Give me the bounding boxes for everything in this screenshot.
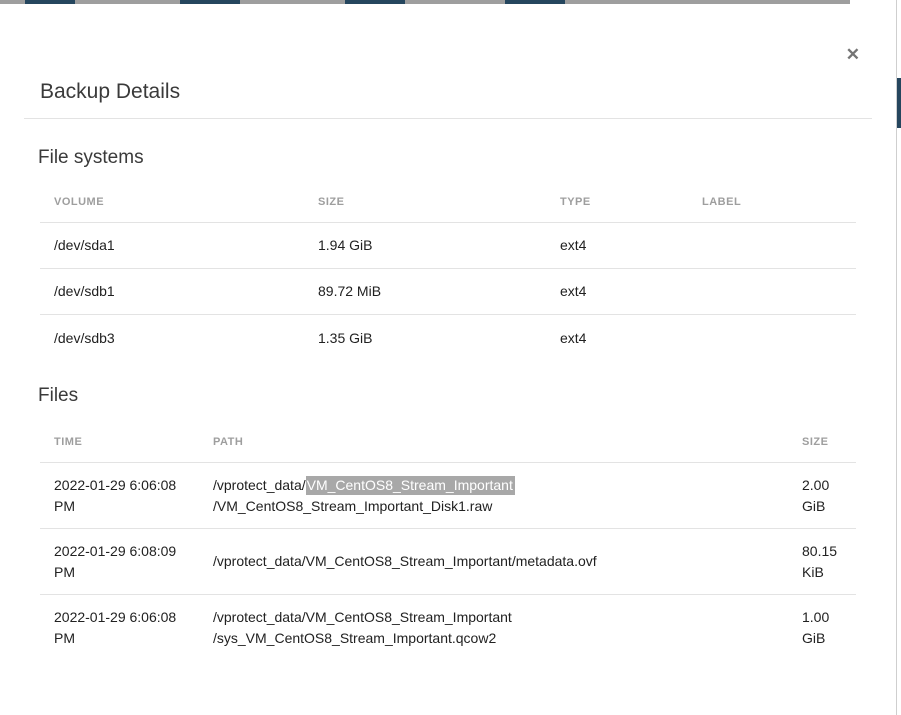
type-cell: ext4 — [546, 235, 688, 256]
file-row: 2022-01-29 6:06:08 PM /vprotect_data/VM_… — [40, 463, 856, 529]
filesystems-table-header: VOLUME SIZE TYPE LABEL — [40, 182, 856, 223]
column-header-label: LABEL — [688, 196, 856, 208]
path-text: /vprotect_data/VM_CentOS8_Stream_Importa… — [213, 551, 788, 572]
files-table: TIME PATH SIZE 2022-01-29 6:06:08 PM /vp… — [40, 422, 856, 661]
close-icon[interactable]: ✕ — [846, 46, 860, 63]
type-cell: ext4 — [546, 328, 688, 349]
size-cell: 2.00 GiB — [788, 475, 856, 517]
size-cell: 89.72 MiB — [304, 281, 546, 302]
column-header-size: SIZE — [788, 436, 856, 448]
column-header-time: TIME — [40, 436, 199, 448]
dialog-title: Backup Details — [40, 79, 896, 104]
path-cell: /vprotect_data/VM_CentOS8_Stream_Importa… — [199, 607, 788, 649]
path-cell: /vprotect_data/VM_CentOS8_Stream_Importa… — [199, 551, 788, 572]
file-row: 2022-01-29 6:06:08 PM /vprotect_data/VM_… — [40, 595, 856, 661]
time-cell: 2022-01-29 6:08:09 PM — [40, 541, 199, 583]
path-cell: /vprotect_data/VM_CentOS8_Stream_Importa… — [199, 475, 788, 517]
volume-cell: /dev/sda1 — [40, 235, 304, 256]
filesystems-section-title: File systems — [38, 145, 896, 171]
files-table-header: TIME PATH SIZE — [40, 422, 856, 463]
filesystem-row: /dev/sdb1 89.72 MiB ext4 — [40, 269, 856, 315]
size-cell: 1.94 GiB — [304, 235, 546, 256]
selected-text: VM_CentOS8_Stream_Important — [306, 476, 515, 495]
column-header-path: PATH — [199, 436, 788, 448]
column-header-size: SIZE — [304, 196, 546, 208]
filesystem-row: /dev/sda1 1.94 GiB ext4 — [40, 223, 856, 269]
file-row: 2022-01-29 6:08:09 PM /vprotect_data/VM_… — [40, 529, 856, 595]
background-right-edge-fragment — [897, 78, 901, 128]
type-cell: ext4 — [546, 281, 688, 302]
time-cell: 2022-01-29 6:06:08 PM — [40, 475, 199, 517]
path-text: /sys_VM_CentOS8_Stream_Important.qcow2 — [213, 628, 788, 649]
path-text: /vprotect_data/ — [213, 477, 306, 493]
size-cell: 80.15 KiB — [788, 541, 856, 583]
backup-details-dialog: ✕ Backup Details File systems VOLUME SIZ… — [0, 4, 896, 715]
filesystem-row: /dev/sdb3 1.35 GiB ext4 — [40, 315, 856, 361]
column-header-volume: VOLUME — [40, 196, 304, 208]
volume-cell: /dev/sdb1 — [40, 281, 304, 302]
filesystems-table: VOLUME SIZE TYPE LABEL /dev/sda1 1.94 Gi… — [40, 182, 856, 361]
path-text: /vprotect_data/VM_CentOS8_Stream_Importa… — [213, 607, 788, 628]
size-cell: 1.35 GiB — [304, 328, 546, 349]
path-text: /VM_CentOS8_Stream_Important_Disk1.raw — [213, 496, 788, 517]
volume-cell: /dev/sdb3 — [40, 328, 304, 349]
time-cell: 2022-01-29 6:06:08 PM — [40, 607, 199, 649]
title-divider — [24, 118, 872, 119]
size-cell: 1.00 GiB — [788, 607, 856, 649]
column-header-type: TYPE — [546, 196, 688, 208]
files-section-title: Files — [38, 383, 896, 409]
